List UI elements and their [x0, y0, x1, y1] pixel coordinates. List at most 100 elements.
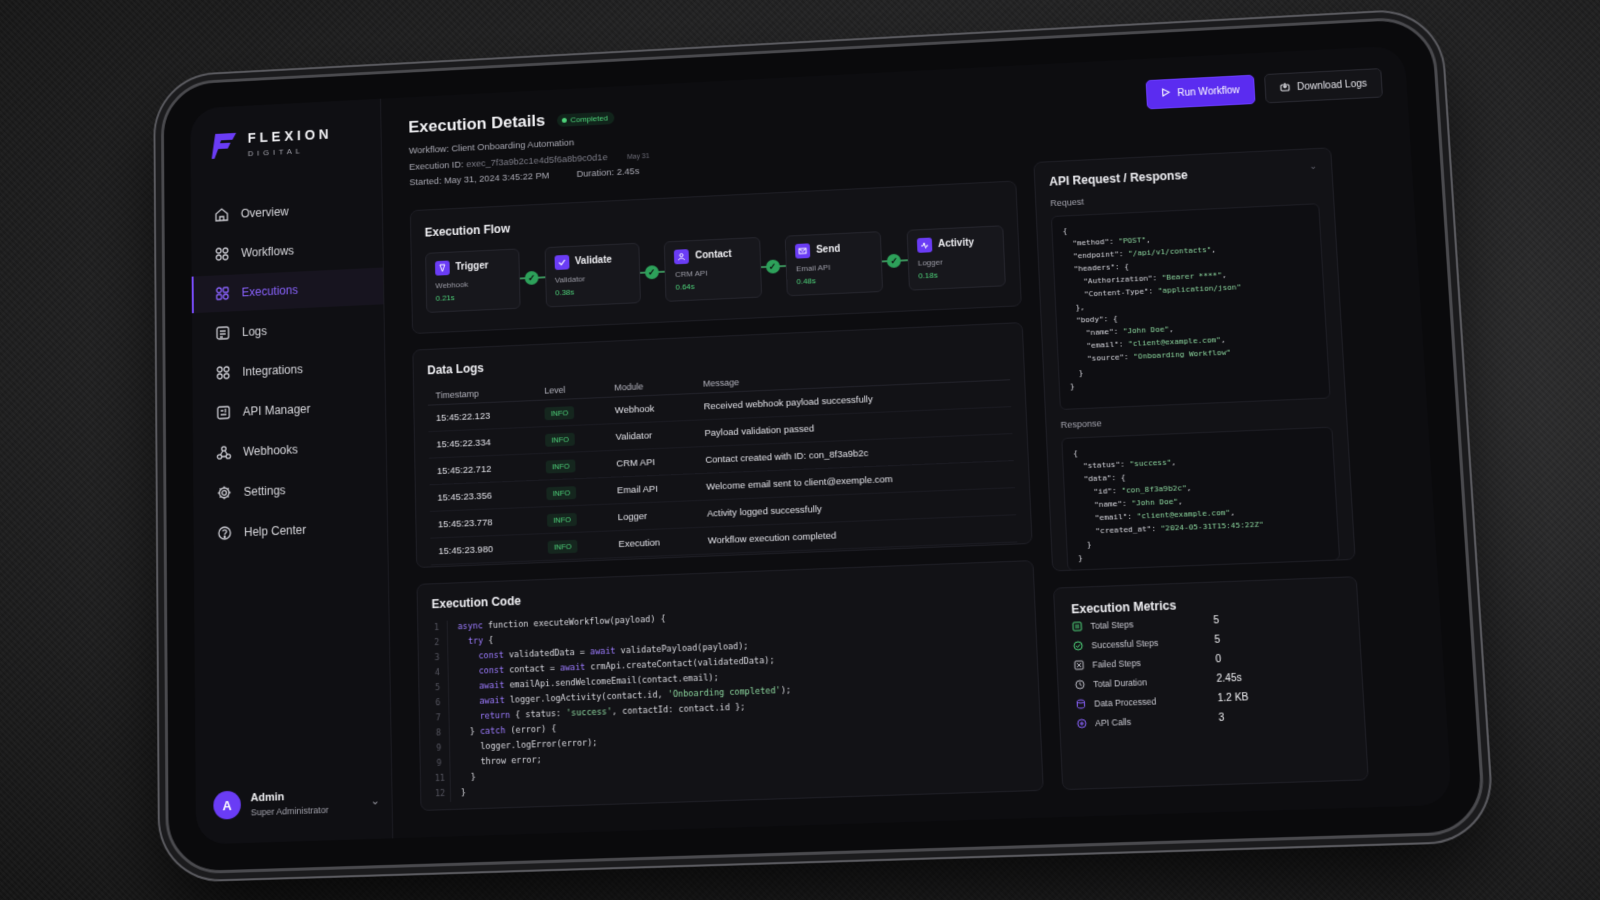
- metric-value: 0: [1215, 653, 1222, 666]
- node-duration: 0.38s: [555, 287, 575, 298]
- play-icon: [1161, 88, 1171, 100]
- check-icon: ✓: [524, 270, 539, 286]
- flow-node-validate[interactable]: Validate Validator 0.38s: [544, 242, 641, 308]
- sidebar-item-settings[interactable]: Settings: [193, 467, 387, 512]
- workflows-icon: [214, 246, 229, 262]
- database-icon: [1075, 698, 1086, 709]
- sidebar-item-api-manager[interactable]: API Manager: [193, 387, 386, 432]
- main-content: Execution Details Completed Workflow: Cl…: [381, 45, 1452, 838]
- sidebar-item-executions[interactable]: Executions: [191, 267, 384, 314]
- node-name: Validate: [574, 254, 613, 268]
- code-editor[interactable]: 1 2 3 4 5 6 7 8 9 9 11 12 async function…: [431, 599, 1028, 803]
- flow-connector: ✓: [882, 253, 908, 269]
- execution-flow-card: Execution Flow Trigger Webhook 0.21s ✓ V…: [409, 180, 1022, 335]
- steps-icon: [1072, 621, 1083, 632]
- activity-icon: [916, 237, 933, 253]
- execution-id-label: Execution ID:: [409, 159, 464, 173]
- log-level-badge: INFO: [545, 458, 576, 473]
- log-module: Email API: [608, 473, 699, 505]
- node-name: Activity: [937, 237, 975, 250]
- sidebar-item-label: API Manager: [242, 401, 311, 419]
- webhooks-icon: [216, 444, 232, 460]
- log-module: Validator: [607, 420, 697, 451]
- chevron-down-icon[interactable]: ⌄: [1309, 161, 1317, 172]
- flow-node-activity[interactable]: Activity Logger 0.18s: [906, 225, 1006, 291]
- metric-label: Successful Steps: [1091, 637, 1159, 650]
- api-panel-title: API Request / Response: [1048, 168, 1189, 189]
- log-level-badge: INFO: [544, 405, 575, 420]
- sidebar-item-label: Integrations: [242, 362, 303, 379]
- metric-label: Failed Steps: [1092, 657, 1141, 670]
- metric-label: Total Steps: [1090, 618, 1134, 631]
- check-icon: ✓: [886, 253, 902, 269]
- sidebar-item-label: Workflows: [241, 243, 295, 260]
- log-level-badge: INFO: [547, 512, 577, 527]
- page-title: Execution Details: [408, 111, 546, 137]
- data-logs-card: Data Logs Timestamp Level Module Message…: [412, 322, 1033, 569]
- node-name: Send: [815, 243, 841, 256]
- sidebar-item-label: Webhooks: [243, 442, 298, 459]
- api-icon: [216, 404, 232, 420]
- help-icon: [217, 525, 233, 541]
- code-source: async function executeWorkflow(payload) …: [457, 614, 792, 799]
- flow-node-send[interactable]: Send Email API 0.48s: [784, 231, 884, 297]
- node-module: Validator: [554, 274, 586, 285]
- app-screen: FLEXION DIGITAL Overview Workflows Execu…: [190, 45, 1453, 845]
- metric-value: 5: [1214, 634, 1221, 646]
- trigger-icon: [434, 260, 450, 276]
- api-request-response-card: API Request / Response ⌄ Request { "meth…: [1033, 147, 1356, 572]
- log-module: Logger: [609, 500, 700, 531]
- user-role: Super Administrator: [250, 804, 329, 817]
- node-name: Contact: [694, 248, 732, 262]
- node-duration: 0.18s: [918, 270, 939, 281]
- sidebar-item-label: Logs: [241, 324, 268, 339]
- api-calls-icon: [1076, 718, 1087, 729]
- request-json[interactable]: { "method": "POST", "endpoint": "/api/v1…: [1050, 203, 1331, 411]
- brand-subtitle: DIGITAL: [247, 146, 304, 159]
- sidebar-item-logs[interactable]: Logs: [192, 307, 384, 353]
- node-module: Logger: [917, 257, 943, 268]
- response-json[interactable]: { "status": "success", "data": { "id": "…: [1061, 426, 1341, 571]
- sidebar-item-overview[interactable]: Overview: [191, 189, 382, 235]
- status-dot-icon: [561, 117, 567, 123]
- sidebar-item-label: Overview: [240, 204, 289, 221]
- flow-nodes: Trigger Webhook 0.21s ✓ Validate Validat…: [425, 225, 1006, 313]
- metric-value: 3: [1218, 712, 1225, 725]
- flow-node-trigger[interactable]: Trigger Webhook 0.21s: [425, 248, 521, 313]
- validate-icon: [554, 254, 570, 271]
- sidebar-item-help-center[interactable]: Help Center: [194, 508, 388, 553]
- user-profile-menu[interactable]: A Admin Super Administrator ⌄: [213, 786, 380, 820]
- executions-icon: [215, 285, 230, 301]
- duration: Duration: 2.45s: [576, 166, 640, 181]
- chevron-down-icon[interactable]: ⌄: [371, 794, 380, 807]
- download-logs-button[interactable]: Download Logs: [1264, 68, 1383, 104]
- sidebar-nav: Overview Workflows Executions Logs Integ…: [191, 189, 387, 553]
- tablet-device: FLEXION DIGITAL Overview Workflows Execu…: [160, 15, 1487, 875]
- flow-connector: ✓: [760, 259, 787, 274]
- log-level-badge: INFO: [547, 539, 578, 554]
- metric-label: Total Duration: [1093, 676, 1148, 689]
- logs-icon: [215, 325, 230, 341]
- log-module: Webhook: [606, 393, 697, 424]
- flow-node-contact[interactable]: Contact CRM API 0.64s: [664, 236, 762, 302]
- brand-logo[interactable]: FLEXION DIGITAL: [191, 124, 381, 162]
- contact-icon: [674, 249, 690, 265]
- sidebar-item-workflows[interactable]: Workflows: [191, 228, 382, 274]
- node-module: CRM API: [674, 268, 708, 279]
- brand-name: FLEXION: [247, 126, 333, 146]
- sidebar-item-label: Help Center: [243, 522, 307, 540]
- sidebar-item-webhooks[interactable]: Webhooks: [193, 427, 386, 472]
- metric-value: 2.45s: [1216, 672, 1243, 685]
- check-circle-icon: [1073, 640, 1084, 651]
- email-icon: [795, 243, 811, 259]
- check-icon: ✓: [765, 259, 780, 274]
- user-name: Admin: [250, 790, 285, 804]
- sidebar: FLEXION DIGITAL Overview Workflows Execu…: [190, 98, 394, 845]
- run-workflow-button[interactable]: Run Workflow: [1145, 74, 1256, 110]
- node-duration: 0.64s: [675, 282, 695, 292]
- flow-connector: ✓: [519, 270, 546, 286]
- check-icon: ✓: [644, 265, 659, 280]
- sidebar-item-integrations[interactable]: Integrations: [192, 347, 384, 393]
- log-module: Execution: [610, 527, 701, 558]
- failed-icon: [1074, 659, 1085, 670]
